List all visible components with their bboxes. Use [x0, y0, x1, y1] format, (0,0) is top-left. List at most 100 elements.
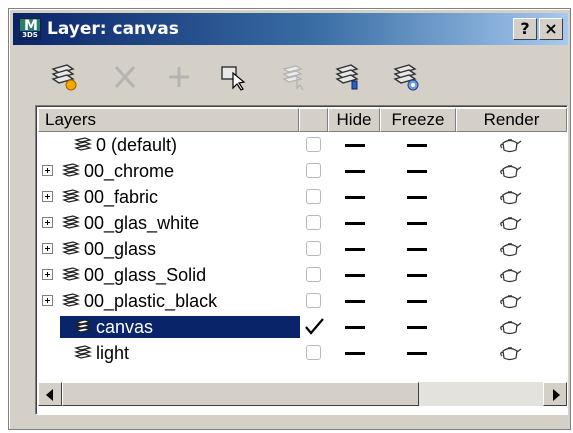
layer-name[interactable]: 00_plastic_black: [84, 290, 217, 312]
layer-row[interactable]: 0 (default): [38, 134, 567, 156]
layer-stack-icon: [61, 214, 81, 232]
current-layer-checkbox[interactable]: [306, 189, 321, 204]
highlight-layer-button[interactable]: [331, 61, 367, 93]
layer-row[interactable]: 00_glass_Solid: [38, 264, 567, 286]
column-current[interactable]: [299, 108, 328, 132]
layer-name[interactable]: canvas: [96, 316, 153, 338]
current-layer-checkbox[interactable]: [306, 345, 321, 360]
freeze-toggle[interactable]: [407, 300, 427, 303]
expand-icon[interactable]: [42, 295, 53, 306]
column-freeze[interactable]: Freeze: [380, 108, 456, 132]
layer-name[interactable]: light: [96, 342, 129, 364]
layer-row[interactable]: 00_chrome: [38, 160, 567, 182]
hide-toggle[interactable]: [345, 222, 365, 225]
render-teapot-icon[interactable]: [498, 266, 522, 284]
render-teapot-icon[interactable]: [498, 188, 522, 206]
new-layer-icon: [51, 64, 77, 91]
hide-layers-icon: [393, 64, 419, 91]
layer-row[interactable]: 00_glas_white: [38, 212, 567, 234]
3dsmax-app-icon: M 3DS: [19, 18, 41, 40]
freeze-toggle[interactable]: [407, 326, 427, 329]
expand-icon[interactable]: [42, 269, 53, 280]
hide-toggle[interactable]: [345, 352, 365, 355]
layer-list[interactable]: Layers Hide Freeze Render 0 (default) 00_…: [35, 105, 568, 415]
dialog-title: Layer: canvas: [47, 19, 179, 39]
render-teapot-icon[interactable]: [498, 214, 522, 232]
freeze-toggle[interactable]: [407, 144, 427, 147]
layer-row[interactable]: light: [38, 342, 567, 364]
render-teapot-icon[interactable]: [498, 240, 522, 258]
hide-toggle[interactable]: [345, 248, 365, 251]
layer-stack-icon: [61, 292, 81, 310]
layer-stack-icon: [73, 136, 93, 154]
scroll-right-button[interactable]: [543, 382, 567, 406]
hide-toggle[interactable]: [345, 300, 365, 303]
hide-toggle[interactable]: [345, 170, 365, 173]
render-teapot-icon[interactable]: [498, 344, 522, 362]
current-layer-checkmark-icon[interactable]: [302, 316, 326, 338]
scrollbar-thumb[interactable]: [62, 382, 419, 406]
hide-toggle[interactable]: [345, 196, 365, 199]
layer-name[interactable]: 00_fabric: [84, 186, 158, 208]
render-teapot-icon[interactable]: [498, 292, 522, 310]
add-to-layer-button[interactable]: [161, 61, 197, 93]
layer-name[interactable]: 00_chrome: [84, 160, 174, 182]
arrow-left-icon: [46, 389, 53, 401]
column-header: Layers Hide Freeze Render: [38, 108, 567, 132]
layer-stack-icon: [61, 266, 81, 284]
plus-icon: [169, 67, 189, 87]
freeze-toggle[interactable]: [407, 352, 427, 355]
app-icon-badge: 3DS: [20, 31, 40, 39]
freeze-toggle[interactable]: [407, 274, 427, 277]
expand-icon[interactable]: [42, 165, 53, 176]
title-bar[interactable]: M 3DS Layer: canvas ? ×: [13, 13, 568, 45]
layer-row[interactable]: 00_fabric: [38, 186, 567, 208]
highlight-layer-icon: [335, 64, 359, 90]
current-layer-checkbox[interactable]: [306, 215, 321, 230]
scroll-left-button[interactable]: [38, 382, 62, 406]
current-layer-checkbox[interactable]: [306, 163, 321, 178]
delete-layer-button[interactable]: [107, 61, 143, 93]
expand-icon[interactable]: [42, 191, 53, 202]
current-layer-checkbox[interactable]: [306, 293, 321, 308]
freeze-toggle[interactable]: [407, 222, 427, 225]
layer-stack-icon: [61, 162, 81, 180]
column-hide[interactable]: Hide: [328, 108, 380, 132]
expand-icon[interactable]: [42, 217, 53, 228]
hide-all-layers-button[interactable]: [389, 61, 425, 93]
layer-row[interactable]: 00_glass: [38, 238, 567, 260]
set-current-layer-button[interactable]: [277, 61, 313, 93]
freeze-toggle[interactable]: [407, 170, 427, 173]
column-render[interactable]: Render: [456, 108, 567, 132]
delete-icon: [114, 65, 136, 89]
layer-name[interactable]: 00_glass: [84, 238, 156, 260]
render-teapot-icon[interactable]: [498, 162, 522, 180]
render-teapot-icon[interactable]: [498, 318, 522, 336]
help-button[interactable]: ?: [513, 18, 537, 40]
current-layer-checkbox[interactable]: [306, 137, 321, 152]
close-button[interactable]: ×: [539, 18, 563, 40]
render-teapot-icon[interactable]: [498, 136, 522, 154]
freeze-toggle[interactable]: [407, 196, 427, 199]
layer-row[interactable]: canvas: [38, 316, 567, 338]
horizontal-scrollbar[interactable]: [38, 382, 567, 406]
arrow-right-icon: [553, 389, 560, 401]
create-layer-button[interactable]: [47, 61, 83, 93]
expand-icon[interactable]: [42, 243, 53, 254]
layer-name[interactable]: 00_glas_white: [84, 212, 199, 234]
layer-name[interactable]: 00_glass_Solid: [84, 264, 206, 286]
current-layer-checkbox[interactable]: [306, 241, 321, 256]
layer-name[interactable]: 0 (default): [96, 134, 177, 156]
hide-toggle[interactable]: [345, 144, 365, 147]
layer-dialog: M 3DS Layer: canvas ? × Layers Hide Free…: [8, 8, 571, 430]
layer-stack-icon: [61, 188, 81, 206]
hide-toggle[interactable]: [345, 326, 365, 329]
layer-stack-icon: [73, 344, 93, 362]
column-layers[interactable]: Layers: [38, 108, 299, 132]
layer-row[interactable]: 00_plastic_black: [38, 290, 567, 312]
layer-stack-icon: [73, 318, 93, 336]
freeze-toggle[interactable]: [407, 248, 427, 251]
hide-toggle[interactable]: [345, 274, 365, 277]
select-objects-button[interactable]: [215, 61, 251, 93]
current-layer-checkbox[interactable]: [306, 267, 321, 282]
